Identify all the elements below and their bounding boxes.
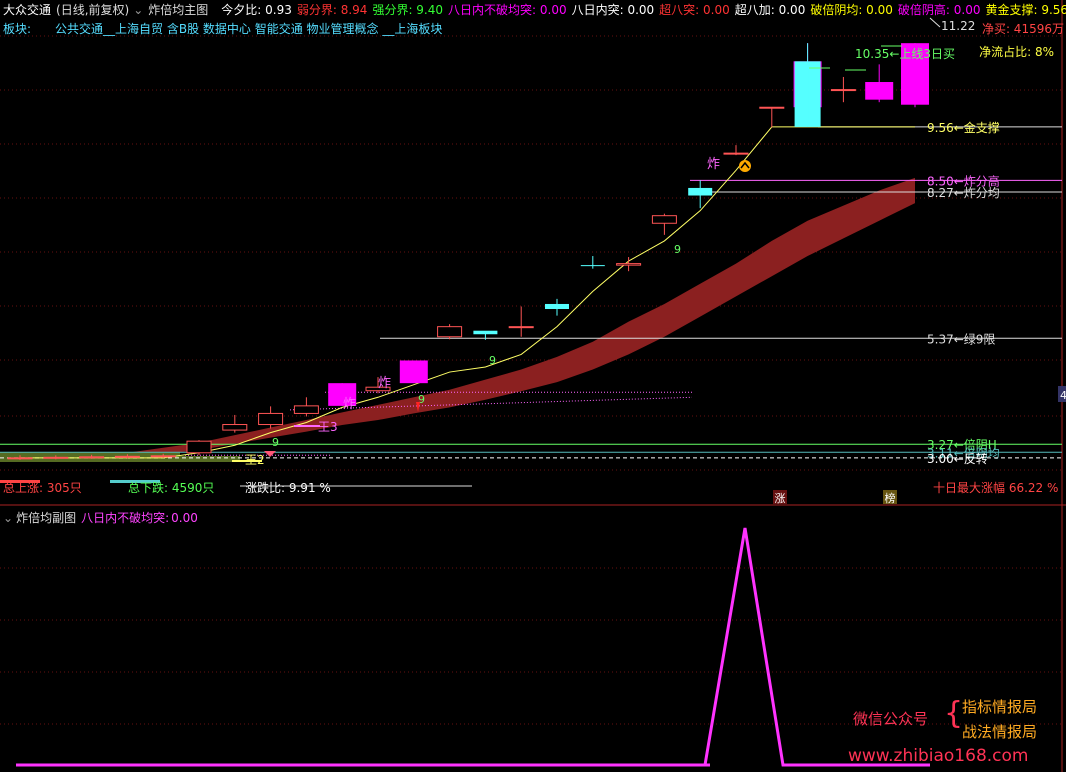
header-item: 黄金支撑: 9.56 (985, 3, 1066, 17)
level-label: 5.37←绿9限 (927, 331, 995, 346)
header-item: 弱分界: 8.94 (296, 3, 368, 17)
annotation-buy3: 10.35←上线3日买 (855, 47, 955, 61)
candle-body (114, 455, 140, 458)
candle-body (473, 330, 498, 335)
candle-body (399, 360, 428, 384)
header-item: 今夕比: 0.93 (221, 3, 292, 17)
candle-body (186, 440, 212, 454)
header-bar: 大众交通 (日线,前复权) ⌄ 炸倍均主图 今夕比: 0.93 弱分界: 8.94 强分界:… (3, 1, 1066, 18)
watermark-brace: { (944, 696, 964, 731)
base-band-olive (180, 456, 240, 462)
candle-body (150, 455, 176, 458)
period-label[interactable]: (日线,前复权) (56, 3, 129, 17)
indicator-dropdown-icon[interactable]: ⌄ (133, 3, 143, 17)
annotation-wang3: 王3 (318, 420, 338, 434)
sub-indicator-dropdown-icon[interactable]: ⌄ (3, 511, 13, 525)
indicator-name[interactable]: 炸倍均主图 (148, 3, 208, 17)
annotation-zha: 炸 (707, 157, 720, 172)
annotation-zha: 炸 (343, 397, 356, 412)
header-items: 今夕比: 0.93 弱分界: 8.94 强分界: 9.40 八日内不破均突: 0.00… (213, 3, 1066, 17)
header-item: 破倍阴高: 0.00 (897, 3, 981, 17)
candle-body (222, 424, 248, 431)
candle-body (616, 263, 642, 266)
candle-body (79, 456, 105, 459)
total-up-stat: 总上涨: 305只 (3, 480, 82, 495)
sector-label: 板块: (3, 22, 32, 36)
candle-body (723, 152, 749, 155)
annotation-nine: 9 (489, 354, 496, 367)
watermark-bottom: 战法情报局 (962, 723, 1038, 741)
candle-body (759, 106, 785, 109)
candle-body (688, 187, 713, 196)
candle-body (830, 89, 856, 92)
sub-series-line (16, 527, 930, 767)
candle-body (43, 456, 69, 459)
sub-chart-header: ⌄ 炸倍均副图 八日内不破均突: 0.00 (3, 509, 203, 526)
header-item: 破倍阴均: 0.00 (810, 3, 893, 17)
watermark-top: 指标情报局 (962, 698, 1038, 716)
candle-body (508, 326, 534, 329)
max-gain-stat: 十日最大涨幅 66.22 % (933, 480, 1058, 495)
stock-name[interactable]: 大众交通 (3, 3, 51, 17)
candle-body (293, 405, 319, 414)
total-down-stat: 总下跌: 4590只 (128, 480, 214, 495)
sub-item-value: 0.00 (171, 511, 198, 525)
net-ratio: 净流占比: 8% (979, 45, 1054, 59)
sub-item-label: 八日内不破均突: (81, 511, 170, 525)
candle-body (651, 215, 677, 224)
right-edge-label: 4 (1060, 389, 1066, 402)
badge-bang: 榜 (885, 491, 896, 505)
sub-indicator-name[interactable]: 炸倍均副图 (16, 511, 76, 525)
header-item: 八日内突: 0.00 (571, 3, 655, 17)
yellow-ma-line (20, 126, 915, 459)
header-item: 超八突: 0.00 (659, 3, 730, 17)
watermark-wechat: 微信公众号 (853, 710, 929, 728)
net-buy: 净买: 41596万 (981, 22, 1064, 36)
candle-body (580, 265, 605, 267)
pink-gem-marker (264, 451, 276, 457)
price-max-label: 11.22 (941, 19, 975, 33)
candle-body (437, 326, 463, 338)
annotation-nine: 9 (674, 243, 681, 256)
price-max-arrow (929, 17, 941, 28)
level-label: 3.00←反转 (927, 451, 988, 466)
header-item: 强分界: 9.40 (372, 3, 444, 17)
candle-body (258, 412, 284, 426)
badge-zhang: 涨 (775, 492, 786, 505)
watermark-url: www.zhibiao168.com (848, 746, 1029, 766)
annotation-zha: 炸 (378, 376, 391, 391)
annotation-nine: 9 (272, 436, 279, 449)
header-item: 八日内不破均突: 0.00 (448, 3, 567, 17)
sector-text: 公共交通__上海自贸 含B股 数据中心 智能交通 物业管理概念 __上海板块 (55, 22, 443, 36)
sector-row: 板块: 公共交通__上海自贸 含B股 数据中心 智能交通 物业管理概念 __上海板… (3, 20, 447, 37)
chart-canvas: 9.56←金支撑8.50←炸分高8.27←炸分均5.37←绿9限3.27←倍阴H… (0, 0, 1066, 772)
header-item: 超八加: 0.00 (734, 3, 806, 17)
band-area (20, 177, 915, 459)
level-label: 9.56←金支撑 (927, 120, 1000, 135)
candle-body (545, 303, 569, 310)
level-label: 8.27←炸分均 (927, 186, 1000, 200)
candle-body (865, 82, 894, 100)
updown-ratio-stat: 涨跌比: 9.91 % (245, 480, 331, 495)
candle-body (7, 457, 33, 460)
